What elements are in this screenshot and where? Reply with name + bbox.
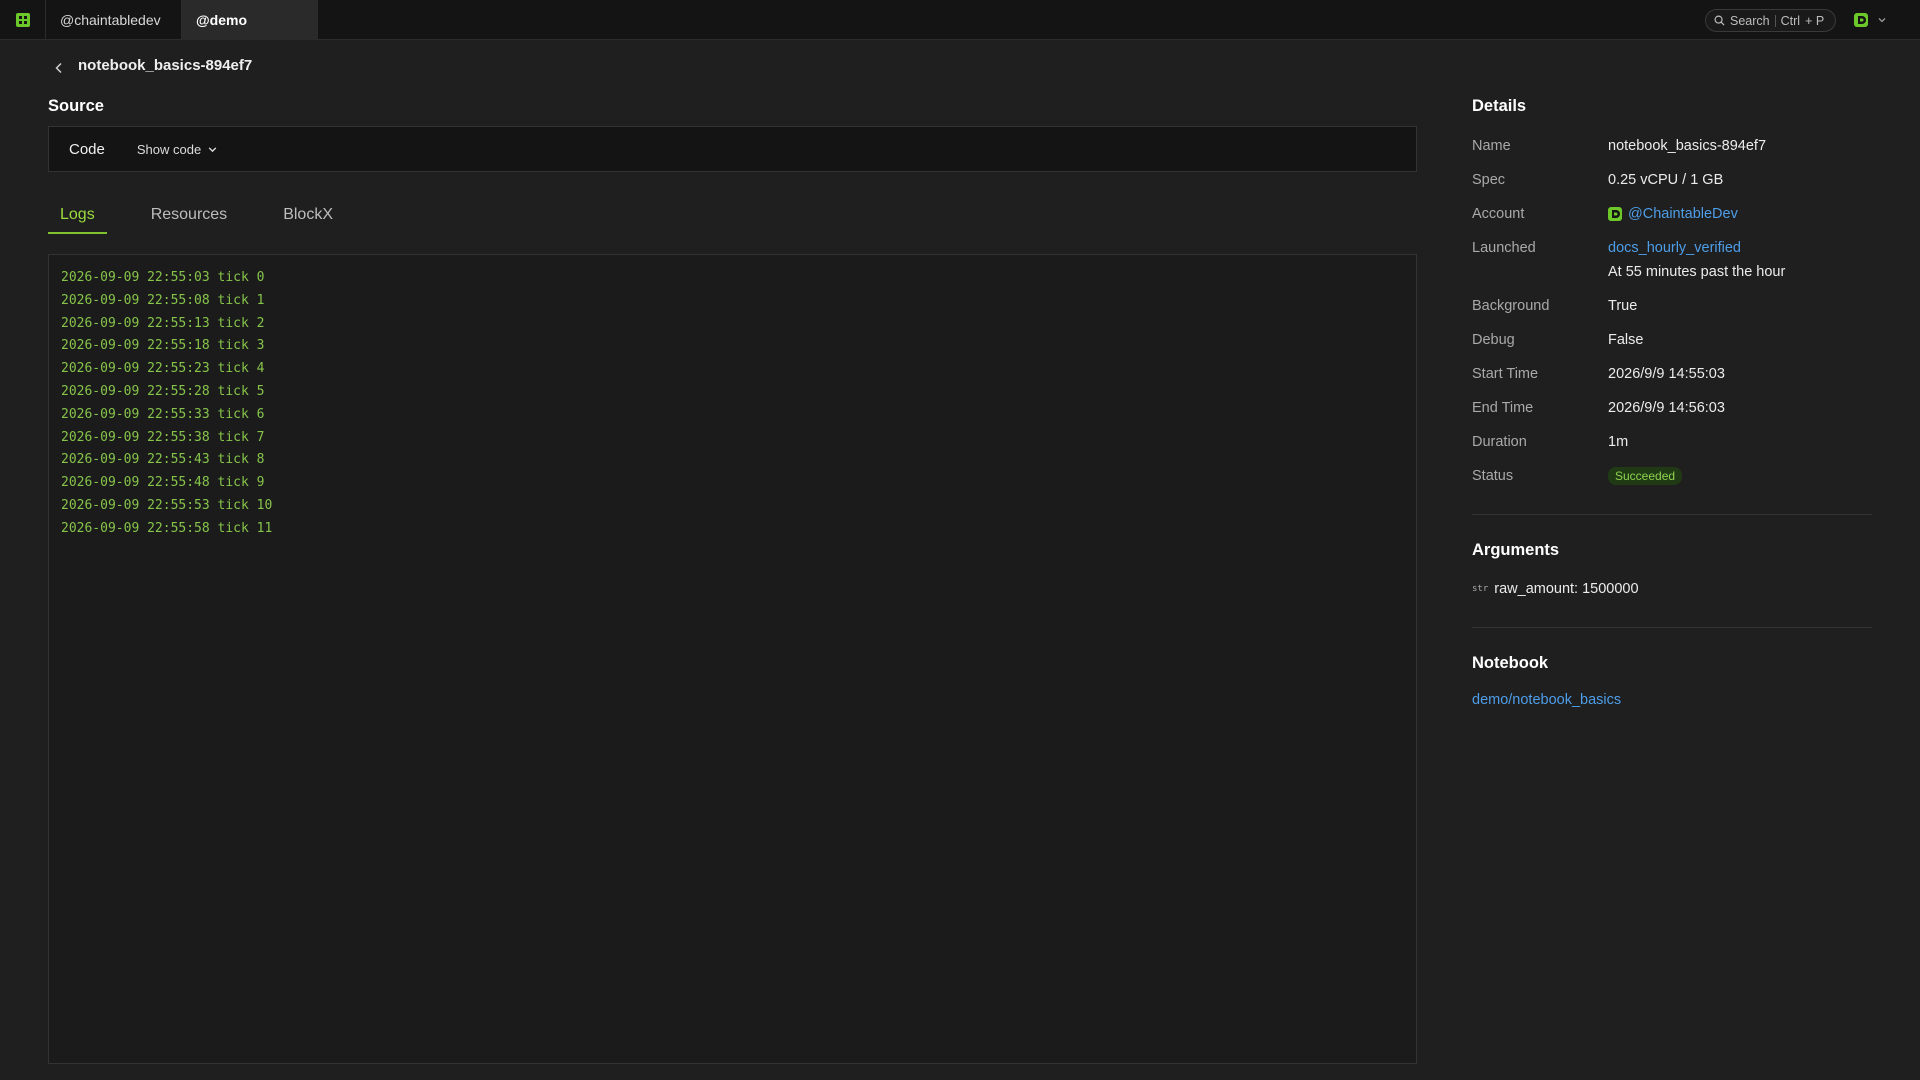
log-line: 2026-09-09 22:55:03 tick 0	[61, 270, 265, 285]
account-link[interactable]: @ChaintableDev	[1608, 206, 1738, 222]
log-line: 2026-09-09 22:55:33 tick 6	[61, 406, 265, 422]
log-line: 2026-09-09 22:55:18 tick 3	[61, 338, 265, 354]
detail-key: Account	[1472, 206, 1525, 222]
log-line: 2026-09-09 22:55:43 tick 8	[61, 452, 265, 468]
launched-link[interactable]: docs_hourly_verified	[1608, 240, 1741, 256]
source-heading: Source	[48, 97, 104, 115]
log-panel[interactable]: 2026-09-09 22:55:03 tick 0 2026-09-09 22…	[48, 254, 1417, 1064]
detail-key: Name	[1472, 138, 1511, 154]
status-badge: Succeeded	[1608, 467, 1683, 485]
chevron-down-icon	[208, 146, 217, 152]
log-line: 2026-09-09 22:55:08 tick 1	[61, 292, 265, 308]
log-tabs: Logs Resources BlockX	[48, 200, 377, 234]
chevron-left-icon	[55, 62, 62, 74]
log-line: 2026-09-09 22:55:28 tick 5	[61, 383, 265, 399]
argument-type: str	[1472, 584, 1489, 594]
code-label: Code	[69, 140, 105, 158]
log-line: 2026-09-09 22:55:23 tick 4	[61, 361, 265, 377]
tab-chaintabledev[interactable]: @chaintabledev	[46, 0, 182, 40]
log-line: 2026-09-09 22:55:58 tick 11	[61, 520, 273, 536]
tab-blockx[interactable]: BlockX	[271, 200, 345, 234]
arguments-heading: Arguments	[1472, 541, 1560, 559]
argument-item: str raw_amount: 1500000	[1472, 581, 1639, 597]
account-name[interactable]: @ChaintableDev	[1628, 206, 1738, 222]
log-line: 2026-09-09 22:55:38 tick 7	[61, 429, 265, 445]
detail-key: Start Time	[1472, 366, 1539, 382]
notebook-heading: Notebook	[1472, 654, 1549, 672]
divider	[1472, 627, 1872, 628]
show-code-toggle[interactable]: Show code	[137, 142, 218, 157]
detail-value: 2026/9/9 14:56:03	[1608, 400, 1725, 416]
log-line: 2026-09-09 22:55:48 tick 9	[61, 475, 265, 491]
tab-resources[interactable]: Resources	[139, 200, 239, 234]
user-avatar-icon	[1854, 13, 1868, 27]
search-icon	[1714, 15, 1725, 26]
search-button[interactable]: Search Ctrl + P	[1705, 9, 1836, 32]
status-cell: Succeeded	[1608, 467, 1683, 485]
detail-key: Status	[1472, 468, 1514, 484]
chevron-down-icon	[1878, 18, 1886, 23]
detail-key: Launched	[1472, 240, 1536, 256]
code-panel: Code Show code	[48, 126, 1417, 172]
notebook-link[interactable]: demo/notebook_basics	[1472, 692, 1621, 708]
show-code-label: Show code	[136, 141, 202, 157]
detail-key: Debug	[1472, 332, 1515, 348]
detail-key: End Time	[1472, 400, 1534, 416]
argument-text: raw_amount: 1500000	[1494, 581, 1639, 597]
account-icon	[1608, 207, 1622, 221]
detail-value: True	[1608, 298, 1638, 314]
log-line: 2026-09-09 22:55:53 tick 10	[61, 497, 273, 513]
user-menu[interactable]	[1854, 11, 1887, 29]
detail-key: Background	[1472, 298, 1550, 314]
detail-value: False	[1608, 332, 1644, 348]
detail-key: Duration	[1472, 434, 1527, 450]
detail-value: 0.25 vCPU / 1 GB	[1608, 172, 1724, 188]
detail-key: Spec	[1472, 172, 1506, 188]
detail-value: 2026/9/9 14:55:03	[1608, 366, 1725, 382]
details-heading: Details	[1472, 97, 1527, 115]
detail-value: notebook_basics-894ef7	[1608, 138, 1767, 154]
tab-demo[interactable]: @demo	[182, 0, 318, 40]
search-label: Search	[1730, 13, 1770, 28]
back-button[interactable]	[50, 59, 68, 77]
search-shortcut-p: + P	[1805, 13, 1825, 28]
tab-logs[interactable]: Logs	[48, 200, 107, 234]
search-divider	[1774, 14, 1776, 27]
launched-schedule: At 55 minutes past the hour	[1608, 264, 1786, 280]
detail-value: 1m	[1608, 434, 1629, 450]
page-title: notebook_basics-894ef7	[78, 57, 253, 74]
divider	[1472, 514, 1872, 515]
search-shortcut-ctrl: Ctrl	[1780, 13, 1801, 28]
app-logo-icon[interactable]	[0, 0, 46, 40]
top-bar: @chaintabledev @demo	[0, 0, 1920, 40]
log-line: 2026-09-09 22:55:13 tick 2	[61, 315, 265, 331]
